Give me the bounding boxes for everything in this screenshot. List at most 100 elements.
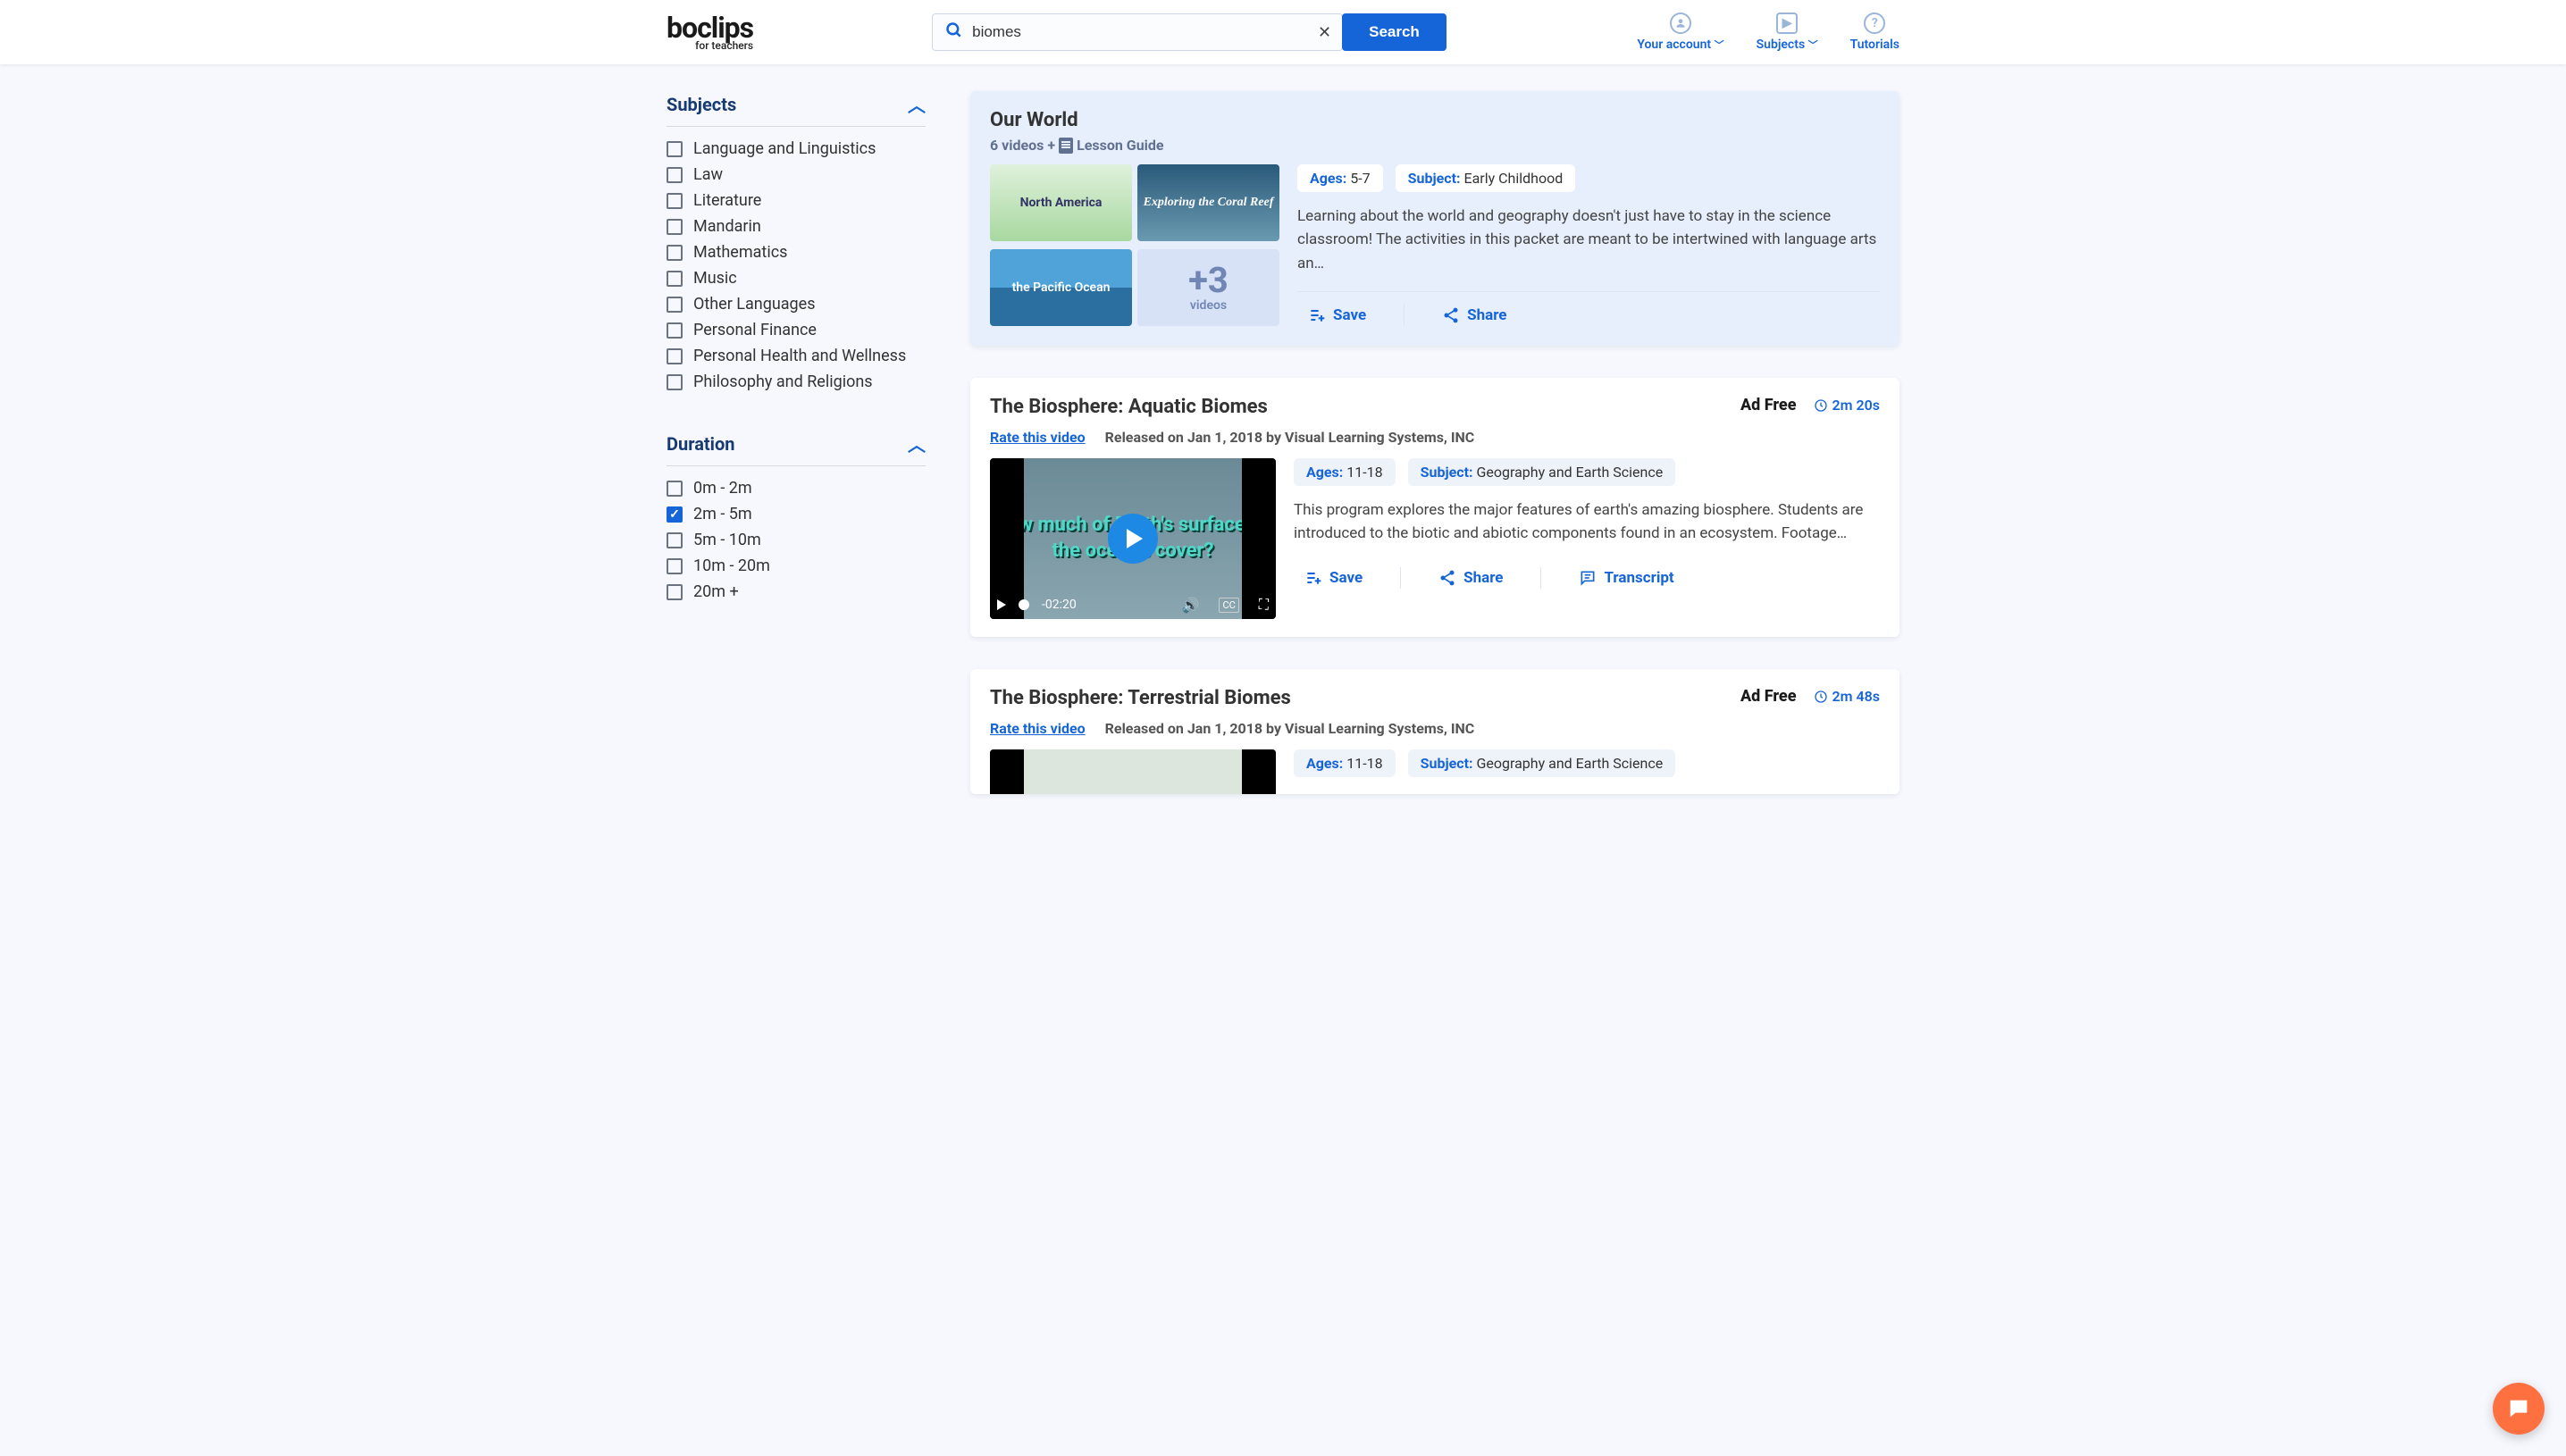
- filter-subjects: Subjects ︿ Language and Linguistics LawLi…: [667, 91, 926, 395]
- subject-pill: Subject: Geography and Earth Science: [1408, 458, 1676, 486]
- transcript-button[interactable]: Transcript: [1568, 565, 1684, 590]
- share-button[interactable]: Share: [1431, 303, 1517, 328]
- thumbnail[interactable]: the Pacific Ocean: [990, 249, 1132, 326]
- subject-option[interactable]: Law: [667, 162, 926, 188]
- video-player[interactable]: How much of Earth's surface do the ocean…: [990, 458, 1276, 619]
- checkbox[interactable]: [667, 219, 683, 235]
- subject-option[interactable]: Language and Linguistics: [667, 136, 926, 162]
- subjects-icon: ▶: [1776, 13, 1798, 34]
- filter-label: Language and Linguistics: [693, 139, 876, 158]
- checkbox[interactable]: ✓: [667, 506, 683, 523]
- filter-label: 20m +: [693, 582, 739, 601]
- filter-label: Philosophy and Religions: [693, 372, 873, 391]
- nav-your-account[interactable]: Your account ﹀: [1637, 13, 1723, 52]
- subject-pill: Subject: Geography and Earth Science: [1408, 749, 1676, 777]
- card-title: Our World: [990, 109, 1880, 131]
- chevron-up-icon: ︿: [908, 431, 926, 456]
- logo[interactable]: boclips for teachers: [667, 13, 753, 51]
- checkbox[interactable]: [667, 297, 683, 313]
- chat-fab[interactable]: [2493, 1383, 2545, 1435]
- card-description: Learning about the world and geography d…: [1297, 205, 1880, 275]
- checkbox[interactable]: [667, 167, 683, 183]
- ad-free-badge: Ad Free: [1740, 687, 1796, 706]
- fullscreen-icon[interactable]: ⛶: [1259, 596, 1269, 614]
- checkbox[interactable]: [667, 584, 683, 600]
- subject-option[interactable]: Music: [667, 265, 926, 291]
- subject-option[interactable]: Literature: [667, 188, 926, 213]
- rate-video-link[interactable]: Rate this video: [990, 720, 1086, 737]
- subject-option[interactable]: Mathematics: [667, 239, 926, 265]
- subject-option[interactable]: Personal Health and Wellness: [667, 343, 926, 369]
- video-result-card: The Biosphere: Terrestrial Biomes Ad Fre…: [970, 669, 1899, 794]
- help-icon: ?: [1864, 13, 1885, 34]
- released-text: Released on Jan 1, 2018 by Visual Learni…: [1105, 429, 1475, 446]
- nav-subjects[interactable]: ▶ Subjects ﹀: [1757, 13, 1818, 52]
- card-title: The Biosphere: Terrestrial Biomes: [990, 687, 1291, 709]
- volume-icon[interactable]: 🔊: [1182, 597, 1200, 614]
- account-icon: [1670, 13, 1691, 34]
- ages-pill: Ages: 11-18: [1294, 749, 1396, 777]
- checkbox[interactable]: [667, 193, 683, 209]
- video-controls[interactable]: -02:20 🔊 CC ⛶: [997, 596, 1269, 614]
- checkbox[interactable]: [667, 322, 683, 339]
- duration-badge: 2m 48s: [1814, 688, 1880, 705]
- checkbox[interactable]: [667, 374, 683, 390]
- filter-label: Other Languages: [693, 295, 816, 314]
- duration-option[interactable]: 5m - 10m: [667, 527, 926, 553]
- filter-label: 10m - 20m: [693, 556, 770, 575]
- rate-video-link[interactable]: Rate this video: [990, 429, 1086, 446]
- cc-icon[interactable]: CC: [1219, 598, 1238, 613]
- checkbox[interactable]: [667, 245, 683, 261]
- duration-option[interactable]: 20m +: [667, 579, 926, 605]
- search-input[interactable]: [972, 14, 1307, 50]
- checkbox[interactable]: [667, 481, 683, 497]
- filter-duration-header[interactable]: Duration ︿: [667, 431, 926, 466]
- card-title: The Biosphere: Aquatic Biomes: [990, 396, 1268, 418]
- share-button[interactable]: Share: [1428, 565, 1514, 590]
- thumbnail-more[interactable]: +3 videos: [1137, 249, 1279, 326]
- filter-label: Mandarin: [693, 217, 761, 236]
- collection-thumbnails[interactable]: North America Exploring the Coral Reef t…: [990, 164, 1279, 328]
- ages-pill: Ages: 11-18: [1294, 458, 1396, 486]
- checkbox[interactable]: [667, 141, 683, 157]
- save-button[interactable]: Save: [1294, 565, 1373, 590]
- time-remaining: -02:20: [1042, 598, 1077, 612]
- ages-pill: Ages: 5-7: [1297, 164, 1383, 192]
- subject-option[interactable]: Personal Finance: [667, 317, 926, 343]
- filter-label: Personal Health and Wellness: [693, 347, 906, 365]
- filter-label: Music: [693, 269, 737, 288]
- duration-option[interactable]: 10m - 20m: [667, 553, 926, 579]
- filter-label: 0m - 2m: [693, 479, 752, 498]
- chevron-up-icon: ︿: [908, 91, 926, 117]
- clear-search-icon[interactable]: ✕: [1307, 23, 1342, 42]
- duration-badge: 2m 20s: [1814, 397, 1880, 414]
- save-button[interactable]: Save: [1297, 303, 1377, 328]
- filter-label: 2m - 5m: [693, 505, 752, 523]
- checkbox[interactable]: [667, 271, 683, 287]
- site-header: boclips for teachers ✕ Search Your accou…: [0, 0, 2566, 64]
- subject-option[interactable]: Philosophy and Religions: [667, 369, 926, 395]
- released-text: Released on Jan 1, 2018 by Visual Learni…: [1105, 720, 1475, 737]
- thumbnail[interactable]: North America: [990, 164, 1132, 241]
- play-icon[interactable]: [997, 599, 1006, 610]
- thumbnail[interactable]: Exploring the Coral Reef: [1137, 164, 1279, 241]
- search-button[interactable]: Search: [1342, 13, 1447, 51]
- play-button[interactable]: [1108, 514, 1158, 564]
- subject-option[interactable]: Mandarin: [667, 213, 926, 239]
- subject-option[interactable]: Other Languages: [667, 291, 926, 317]
- checkbox[interactable]: [667, 558, 683, 574]
- chevron-down-icon: ﹀: [1808, 39, 1818, 51]
- filter-label: Personal Finance: [693, 321, 817, 339]
- filter-label: Mathematics: [693, 243, 787, 262]
- checkbox[interactable]: [667, 348, 683, 364]
- duration-option[interactable]: 0m - 2m: [667, 475, 926, 501]
- nav-tutorials[interactable]: ? Tutorials: [1850, 13, 1899, 52]
- search-box: ✕: [932, 13, 1343, 51]
- search-icon: [933, 21, 972, 43]
- video-player[interactable]: [990, 749, 1276, 794]
- filter-subjects-header[interactable]: Subjects ︿: [667, 91, 926, 127]
- checkbox[interactable]: [667, 532, 683, 548]
- progress-handle[interactable]: [1019, 599, 1029, 610]
- duration-option[interactable]: ✓ 2m - 5m: [667, 501, 926, 527]
- subject-pill: Subject: Early Childhood: [1396, 164, 1576, 192]
